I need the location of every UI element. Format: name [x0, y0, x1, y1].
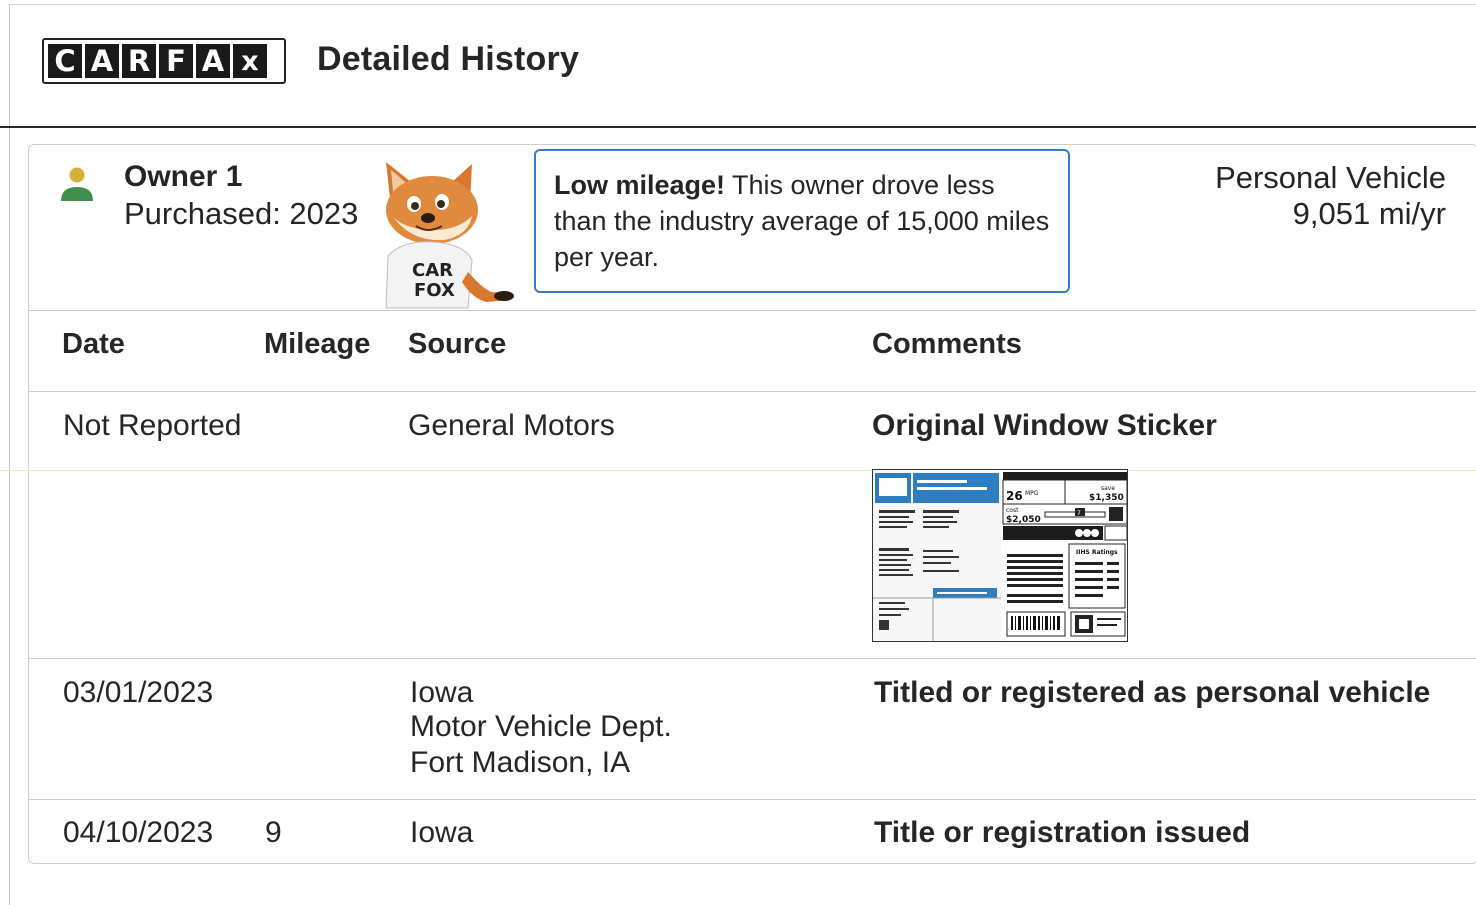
owner-person-icon — [61, 167, 93, 201]
header-divider — [0, 126, 1476, 128]
row-comment: Original Window Sticker — [872, 409, 1217, 442]
column-header-mileage: Mileage — [264, 328, 371, 360]
logo-letter: A — [85, 44, 119, 78]
row-source-line: Motor Vehicle Dept. — [410, 710, 672, 743]
sticker-rating: 7 — [1077, 510, 1081, 517]
car-fox-mascot-icon: CAR FOX — [385, 162, 514, 309]
logo-letter: x — [233, 44, 267, 78]
row-comment: Titled or registered as personal vehicle — [874, 676, 1431, 709]
svg-text:FOX: FOX — [414, 280, 455, 301]
row-comment: Title or registration issued — [874, 816, 1251, 849]
table-top-border — [28, 310, 1476, 311]
header-row-divider — [28, 391, 1476, 392]
row-date: Not Reported — [63, 409, 242, 442]
row-source-line: Iowa — [410, 676, 474, 709]
row-date: 03/01/2023 — [63, 676, 214, 709]
highlight-guide-line — [0, 470, 1476, 471]
sticker-cost-value: $2,050 — [1006, 515, 1041, 525]
row-source-line: Fort Madison, IA — [410, 746, 631, 779]
row-source-line: General Motors — [408, 409, 615, 442]
sticker-iihs-label: IIHS Ratings — [1076, 549, 1118, 556]
logo-letter: R — [122, 44, 156, 78]
column-header-comments: Comments — [872, 328, 1022, 360]
miles-per-year: 9,051 mi/yr — [1292, 196, 1446, 231]
row-date: 04/10/2023 — [63, 816, 214, 849]
column-header-source: Source — [408, 328, 507, 360]
sticker-save-label: save — [1101, 485, 1115, 492]
owner-name: Owner 1 — [124, 160, 243, 193]
carfax-logo: C A R F A x — [42, 38, 286, 84]
sticker-mpg: 26 — [1006, 489, 1023, 503]
low-mileage-callout: Low mileage! This owner drove less than … — [534, 149, 1070, 293]
logo-letter: C — [48, 44, 82, 78]
row-source-line: Iowa — [410, 816, 474, 849]
page-title: Detailed History — [317, 40, 580, 78]
logo-letter: F — [159, 44, 193, 78]
sticker-mpg-unit: MPG — [1025, 490, 1039, 497]
column-header-date: Date — [62, 328, 125, 360]
logo-letter: A — [196, 44, 230, 78]
sticker-save-value: $1,350 — [1089, 493, 1124, 503]
row-divider — [28, 799, 1476, 800]
svg-text:CAR: CAR — [412, 260, 453, 281]
callout-highlight: Low mileage! — [554, 170, 726, 200]
sticker-cost-label: cost — [1006, 507, 1019, 514]
vehicle-type: Personal Vehicle — [1215, 160, 1446, 195]
row-mileage: 9 — [265, 816, 282, 849]
window-sticker-thumbnail[interactable]: 26 MPG save $1,350 cost $2,050 7 IIHS Ra… — [872, 469, 1128, 642]
owner-purchased: Purchased: 2023 — [124, 196, 359, 231]
row-divider — [28, 658, 1476, 659]
